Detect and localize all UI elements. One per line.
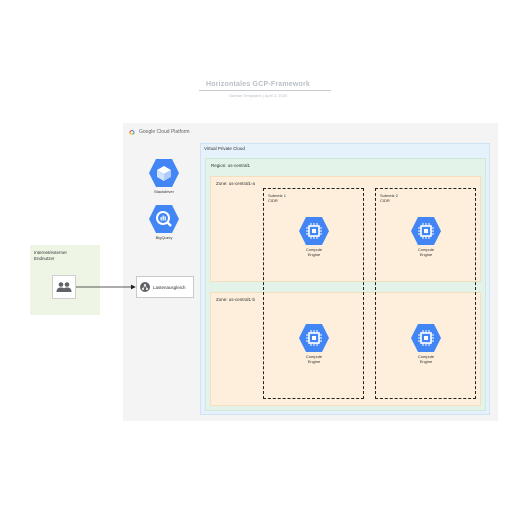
connector-layer bbox=[76, 284, 136, 290]
